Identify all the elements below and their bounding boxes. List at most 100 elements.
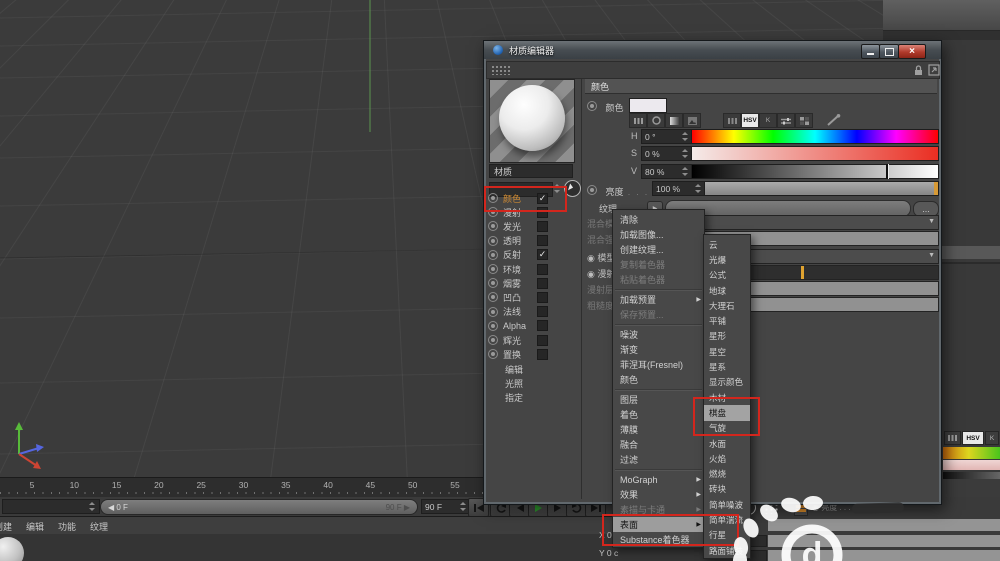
brightness-slider-handle[interactable] (934, 182, 938, 195)
menu-item-薄膜[interactable]: 薄膜 (613, 422, 704, 437)
menu-item-效果[interactable]: 效果 ▶ (613, 487, 704, 502)
background-saturation-bar[interactable] (943, 460, 1000, 470)
channel-row-凹凸[interactable]: 凹凸 (488, 290, 580, 304)
menu-item-保存预置...[interactable]: 保存预置... (613, 307, 704, 322)
h-stepper[interactable] (681, 130, 689, 143)
submenu-item-火焰[interactable]: 火焰 (704, 451, 750, 466)
h-field[interactable]: 0 ° (641, 129, 693, 144)
frame-stepper[interactable] (88, 500, 96, 513)
channel-checkbox[interactable] (537, 291, 548, 303)
background-hue-bar[interactable] (943, 447, 1000, 459)
channel-checkbox[interactable] (537, 263, 548, 275)
submenu-item-星空[interactable]: 星空 (704, 344, 750, 359)
tab-编辑[interactable]: 编辑 (505, 363, 523, 376)
channel-checkbox[interactable] (537, 235, 548, 247)
hue-slider[interactable] (691, 129, 939, 144)
menu-item-噪波[interactable]: 噪波 (613, 327, 704, 342)
menu-item-图层[interactable]: 图层 (613, 392, 704, 407)
slider-handle[interactable] (801, 266, 804, 279)
menu-item-融合[interactable]: 融合 (613, 437, 704, 452)
menu-item-着色[interactable]: 着色 (613, 407, 704, 422)
channel-row-烟雾[interactable]: 烟雾 (488, 276, 580, 290)
color-wheel-icon[interactable] (647, 113, 665, 128)
channel-checkbox[interactable] (537, 306, 548, 318)
channel-radio[interactable] (488, 320, 498, 331)
rgb-mode-icon[interactable] (723, 113, 741, 128)
channel-row-透明[interactable]: 透明 (488, 234, 580, 248)
material-menu-创建[interactable]: 创建 (0, 520, 12, 533)
material-menu-编辑[interactable]: 编辑 (26, 520, 44, 533)
submenu-item-地球[interactable]: 地球 (704, 283, 750, 298)
channel-radio[interactable] (488, 292, 498, 303)
v-stepper[interactable] (681, 165, 689, 178)
brightness-radio[interactable] (587, 185, 597, 195)
submenu-item-平铺[interactable]: 平铺 (704, 313, 750, 328)
v-field[interactable]: 80 % (641, 164, 693, 179)
close-button[interactable]: × (898, 44, 926, 59)
menu-item-加载图像...[interactable]: 加载图像... (613, 227, 704, 242)
submenu-item-星系[interactable]: 星系 (704, 359, 750, 374)
popout-icon[interactable] (928, 64, 940, 76)
channel-radio[interactable] (488, 335, 498, 345)
channel-radio[interactable] (488, 349, 498, 360)
submenu-item-云[interactable]: 云 (704, 237, 750, 252)
submenu-item-显示颜色[interactable]: 显示颜色 (704, 375, 750, 390)
channel-checkbox[interactable] (537, 334, 548, 346)
value-slider[interactable] (691, 164, 939, 179)
param-dropdown[interactable]: ▼ (665, 215, 939, 230)
submenu-item-简单噪波[interactable]: 简单噪波 (704, 497, 750, 512)
channel-row-环境[interactable]: 环境 (488, 262, 580, 276)
channel-radio[interactable] (488, 278, 498, 289)
timeline-scrubber[interactable]: ◀ 0 F 90 F ▶ (100, 499, 418, 515)
submenu-item-燃烧[interactable]: 燃烧 (704, 466, 750, 481)
mini-rgb-button[interactable] (944, 431, 961, 445)
channel-checkbox[interactable] (537, 220, 548, 232)
submenu-item-星形[interactable]: 星形 (704, 329, 750, 344)
submenu-item-水面[interactable]: 水面 (704, 436, 750, 451)
channel-radio[interactable] (488, 249, 498, 260)
image-icon[interactable] (683, 113, 701, 128)
channel-checkbox[interactable] (537, 348, 548, 360)
menu-item-加载预置[interactable]: 加载预置 ▶ (613, 292, 704, 307)
brightness-stepper[interactable] (694, 182, 702, 195)
drag-grip-icon[interactable] (491, 65, 511, 75)
channel-row-法线[interactable]: 法线 (488, 305, 580, 319)
s-field[interactable]: 0 % (641, 146, 693, 161)
channel-radio[interactable] (488, 264, 498, 274)
menu-item-粘贴着色器[interactable]: 粘贴着色器 (613, 272, 704, 287)
saturation-slider[interactable] (691, 146, 939, 161)
mini-k-button[interactable]: K (985, 431, 999, 445)
channel-radio[interactable] (488, 221, 498, 232)
end-frame-field[interactable]: 90 F (421, 499, 471, 514)
menu-item-菲涅耳(Fresnel)[interactable]: 菲涅耳(Fresnel) (613, 357, 704, 372)
submenu-item-砖块[interactable]: 砖块 (704, 482, 750, 497)
channel-checkbox[interactable]: ✓ (537, 249, 548, 261)
eyedropper-icon[interactable] (827, 114, 841, 126)
background-value-bar[interactable] (943, 472, 1000, 479)
tab-指定[interactable]: 指定 (505, 391, 523, 404)
submenu-item-大理石[interactable]: 大理石 (704, 298, 750, 313)
channel-checkbox[interactable] (537, 320, 548, 332)
channel-checkbox[interactable] (537, 277, 548, 289)
menu-item-创建纹理...[interactable]: 创建纹理... (613, 242, 704, 257)
submenu-item-公式[interactable]: 公式 (704, 268, 750, 283)
menu-item-复制着色器[interactable]: 复制着色器 (613, 257, 704, 272)
submenu-item-光爆[interactable]: 光爆 (704, 252, 750, 267)
material-name-field[interactable]: 材质 (489, 164, 573, 178)
color-radio[interactable] (587, 101, 597, 111)
lock-icon[interactable] (913, 64, 924, 76)
tab-光照[interactable]: 光照 (505, 377, 523, 390)
k-mode-button[interactable]: K (759, 113, 777, 128)
channel-radio[interactable] (488, 235, 498, 246)
channel-row-发光[interactable]: 发光 (488, 219, 580, 233)
mini-hsv-button[interactable]: HSV (962, 431, 984, 445)
menu-item-颜色[interactable]: 颜色 (613, 372, 704, 387)
current-frame-field[interactable] (2, 499, 100, 514)
end-frame-stepper[interactable] (459, 500, 467, 513)
menu-item-渐变[interactable]: 渐变 (613, 342, 704, 357)
material-preview[interactable] (489, 79, 575, 163)
brightness-field[interactable]: 100 % (652, 181, 706, 196)
menu-item-清除[interactable]: 清除 (613, 212, 704, 227)
material-menu-纹理[interactable]: 纹理 (90, 520, 108, 533)
channel-radio[interactable] (488, 306, 498, 317)
